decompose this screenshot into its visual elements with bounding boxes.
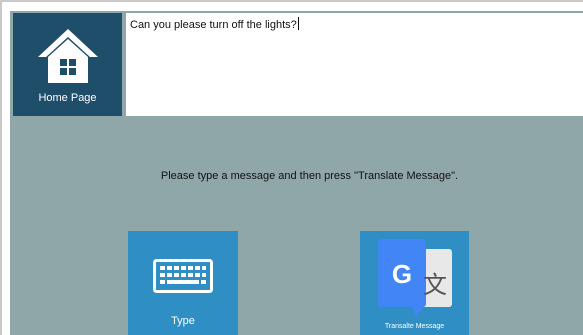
home-page-label: Home Page: [38, 92, 97, 104]
google-translate-icon: G 文: [377, 239, 452, 317]
type-button-label: Type: [171, 315, 195, 327]
keyboard-icon: [153, 259, 213, 293]
message-input[interactable]: Can you please turn off the lights?: [126, 13, 583, 116]
message-text: Can you please turn off the lights?: [130, 19, 297, 31]
translate-message-button[interactable]: G 文 Transalte Message: [360, 231, 469, 335]
type-button[interactable]: Type: [128, 231, 238, 335]
text-caret: [297, 17, 299, 30]
instruction-text: Please type a message and then press "Tr…: [160, 170, 459, 182]
translate-button-label: Transalte Message: [384, 323, 445, 330]
g-letter: G: [391, 259, 411, 289]
house-icon: [37, 29, 98, 83]
home-page-button[interactable]: Home Page: [13, 13, 122, 116]
wen-character: 文: [423, 271, 447, 299]
